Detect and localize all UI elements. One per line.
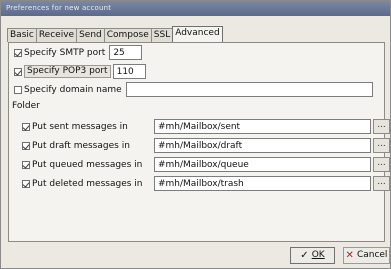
window-title: Preferences for new account: [1, 1, 390, 16]
trash-folder-browse-button[interactable]: ...: [373, 176, 390, 191]
ok-button[interactable]: ✓ OK: [290, 247, 335, 264]
tab-receive[interactable]: Receive: [35, 28, 78, 42]
draft-folder-label[interactable]: Put draft messages in: [32, 141, 154, 151]
trash-folder-checkbox[interactable]: [22, 179, 30, 188]
domain-name-row: Specify domain name: [14, 82, 373, 97]
ok-button-label: OK: [311, 250, 325, 260]
tab-ssl[interactable]: SSL: [150, 28, 174, 42]
queue-folder-row: Put queued messages in ...: [22, 157, 390, 172]
cancel-icon: ✕: [345, 250, 354, 261]
cancel-button-label: Cancel: [356, 250, 388, 260]
smtp-port-input[interactable]: [109, 45, 143, 60]
sent-folder-row: Put sent messages in ...: [22, 119, 390, 134]
sent-folder-label[interactable]: Put sent messages in: [32, 122, 154, 132]
folder-section-title: Folder: [12, 101, 40, 111]
queue-folder-browse-button[interactable]: ...: [373, 157, 390, 172]
smtp-port-row: Specify SMTP port: [14, 45, 143, 60]
sent-folder-browse-button[interactable]: ...: [373, 119, 390, 134]
draft-folder-input[interactable]: [154, 138, 371, 153]
pop3-port-input[interactable]: [112, 64, 146, 79]
trash-folder-row: Put deleted messages in ...: [22, 176, 390, 191]
smtp-port-label[interactable]: Specify SMTP port: [24, 48, 105, 58]
tab-advanced[interactable]: Advanced: [172, 26, 223, 42]
smtp-port-checkbox[interactable]: [14, 48, 22, 57]
tab-send[interactable]: Send: [76, 28, 105, 42]
domain-name-input[interactable]: [125, 82, 373, 97]
preferences-window: Preferences for new account Basic Receiv…: [0, 0, 391, 269]
pop3-port-checkbox[interactable]: [14, 67, 22, 76]
pop3-port-row: Specify POP3 port: [14, 64, 146, 79]
trash-folder-label[interactable]: Put deleted messages in: [32, 179, 154, 189]
pop3-port-label[interactable]: Specify POP3 port: [24, 65, 111, 78]
domain-name-label[interactable]: Specify domain name: [24, 85, 122, 95]
tab-basic[interactable]: Basic: [7, 28, 37, 42]
tab-bar: Basic Receive Send Compose SSL Advanced: [7, 26, 223, 42]
cancel-button[interactable]: ✕ Cancel: [343, 247, 390, 264]
draft-folder-browse-button[interactable]: ...: [373, 138, 390, 153]
sent-folder-input[interactable]: [154, 119, 371, 134]
tab-compose[interactable]: Compose: [103, 28, 152, 42]
queue-folder-checkbox[interactable]: [22, 160, 30, 169]
domain-name-checkbox[interactable]: [14, 85, 22, 94]
queue-folder-label[interactable]: Put queued messages in: [32, 160, 154, 170]
draft-folder-row: Put draft messages in ...: [22, 138, 390, 153]
trash-folder-input[interactable]: [154, 176, 371, 191]
queue-folder-input[interactable]: [154, 157, 371, 172]
sent-folder-checkbox[interactable]: [22, 122, 30, 131]
ok-icon: ✓: [300, 250, 309, 261]
advanced-panel: Specify SMTP port Specify POP3 port Spec…: [8, 42, 390, 242]
draft-folder-checkbox[interactable]: [22, 141, 30, 150]
